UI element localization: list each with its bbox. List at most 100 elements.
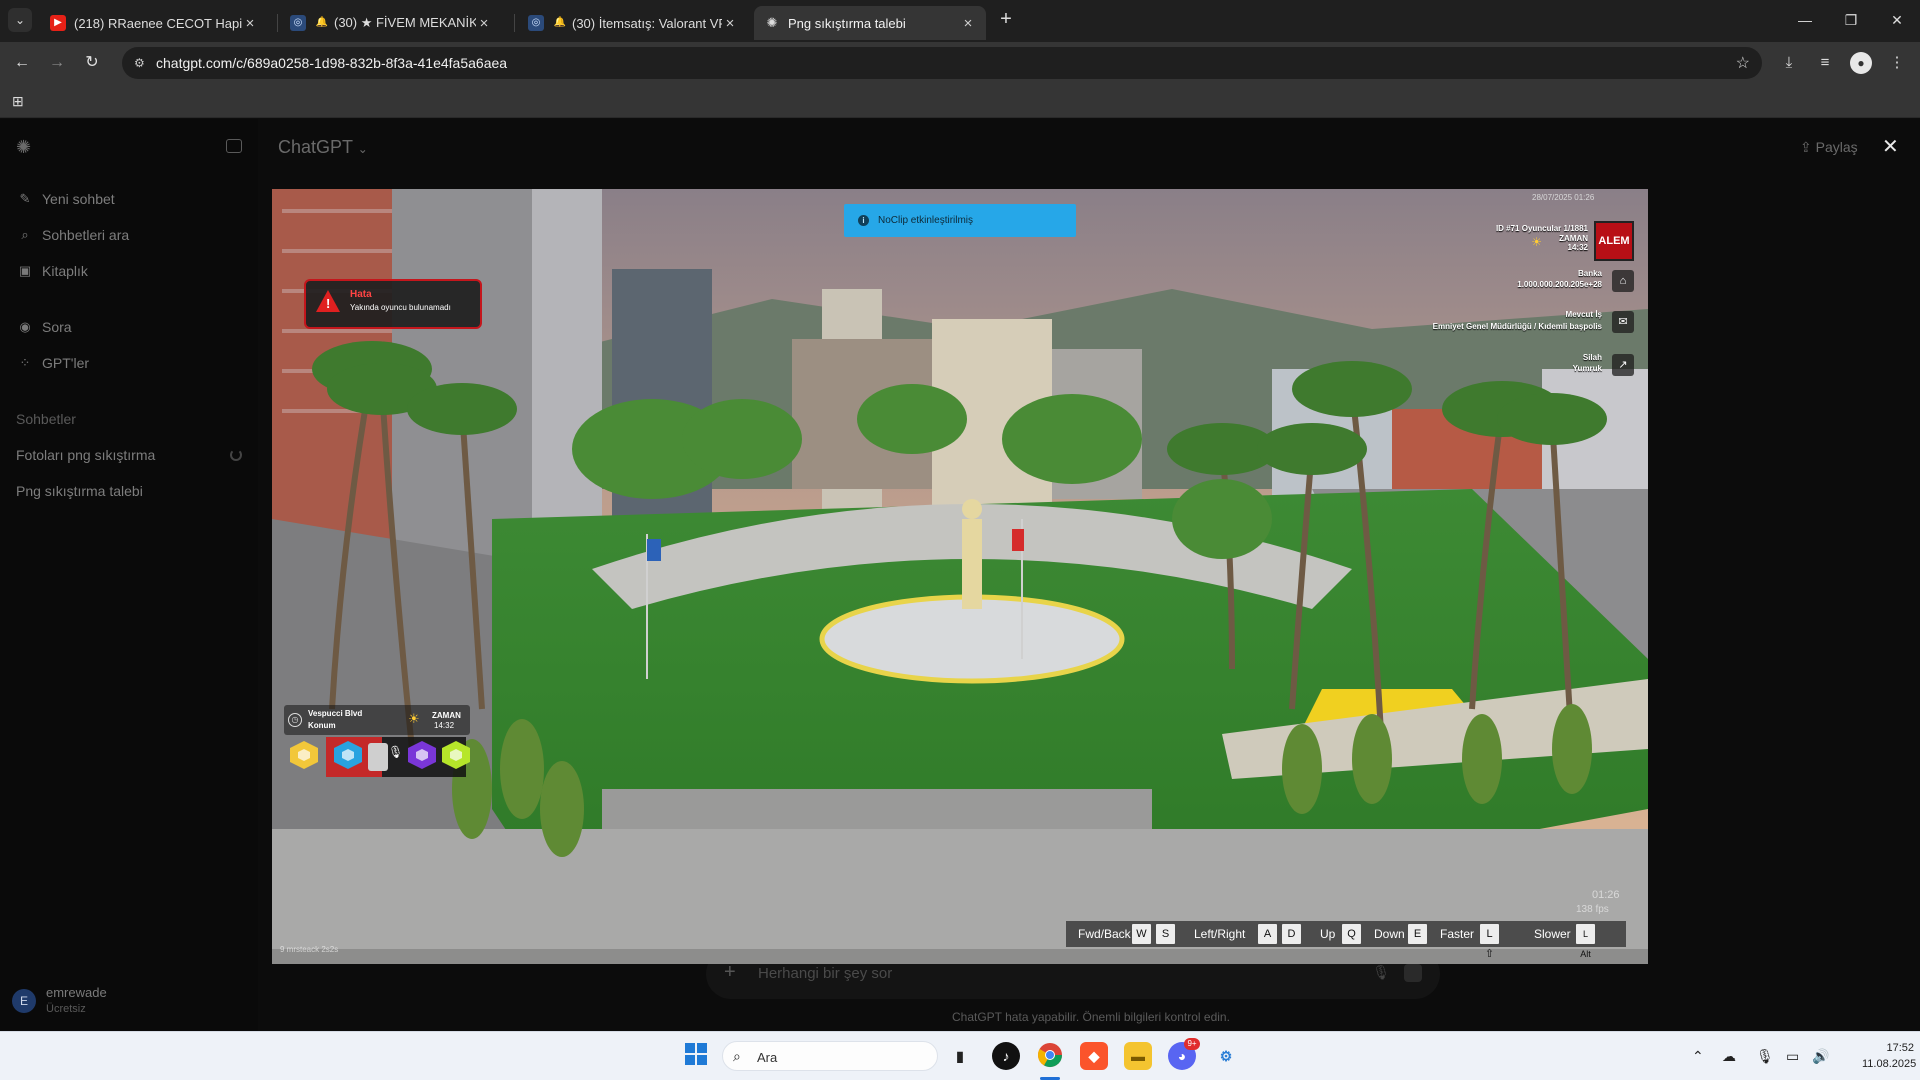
close-image-viewer-button[interactable]: ✕ — [1882, 134, 1899, 159]
search-icon: ⌕ — [733, 1048, 741, 1064]
openai-logo-icon[interactable]: ✺ — [16, 137, 31, 158]
stairs — [602, 789, 1152, 829]
model-name: ChatGPT — [278, 137, 353, 157]
tab-search-button[interactable]: ⌄ — [8, 8, 32, 32]
voice-mode-icon[interactable] — [1404, 964, 1422, 982]
tab-itemsatis[interactable]: ◎ 🔔 (30) İtemsatış: Valorant VP, l × — [518, 6, 748, 40]
weapon-value: Yumruk — [1572, 364, 1602, 373]
tab-title: (218) RRaenee CECOT Hapishan — [74, 15, 242, 31]
chrome-icon[interactable] — [1036, 1042, 1064, 1070]
key: A — [1258, 924, 1277, 944]
close-tab-icon[interactable]: × — [242, 15, 258, 32]
system-clock[interactable]: 17:52 11.08.2025 — [1862, 1040, 1916, 1072]
user-name: emrewade — [46, 985, 107, 1000]
bookmarks-bar: ⊞ — [0, 84, 1920, 118]
hunger-icon — [290, 741, 318, 769]
profile-avatar[interactable]: ● — [1850, 52, 1872, 74]
chevron-down-icon: ⌄ — [357, 142, 368, 156]
loc-time-value: 14:32 — [434, 721, 455, 730]
volume-icon[interactable]: 🔊 — [1812, 1048, 1829, 1065]
notification-badge: 9+ — [1184, 1038, 1200, 1050]
file-explorer-icon[interactable]: ▬ — [1124, 1042, 1152, 1070]
tray-overflow-icon[interactable]: ⌃ — [1692, 1048, 1704, 1065]
bank-label: Banka — [1577, 269, 1602, 278]
tab-title: (30) ★ FİVEM MEKANİK YM — [334, 15, 476, 30]
address-bar[interactable]: ⚙ chatgpt.com/c/689a0258-1d98-832b-8f3a-… — [122, 47, 1762, 79]
tiktok-icon[interactable]: ♪ — [992, 1042, 1020, 1070]
sidebar-item-new-chat[interactable]: ✎ Yeni sohbet — [16, 191, 115, 207]
clock-overlay: 01:26 — [1592, 889, 1620, 901]
mic-icon[interactable]: 🎙 — [1372, 964, 1390, 981]
time-value: 14:32 — [1567, 243, 1588, 252]
task-view-icon[interactable]: ▮ — [946, 1042, 974, 1070]
info-icon: i — [858, 215, 869, 226]
sidebar-item-sora[interactable]: ◉ Sora — [16, 319, 71, 335]
app-icon[interactable]: ⚙ — [1212, 1042, 1240, 1070]
site-info-icon[interactable]: ⚙ — [134, 55, 150, 71]
sidebar-item-gpts[interactable]: ⁘ GPT'ler — [16, 355, 89, 371]
microphone-icon[interactable]: 🎙 — [1756, 1048, 1774, 1065]
restore-button[interactable]: ❐ — [1828, 0, 1874, 40]
plus-icon[interactable]: + — [724, 961, 736, 984]
reload-button[interactable]: ↻ — [80, 51, 104, 75]
disclaimer: ChatGPT hata yapabilir. Önemli bilgileri… — [952, 1010, 1230, 1024]
tab-fivem-mekanik[interactable]: ◎ 🔔 (30) ★ FİVEM MEKANİK YM × — [280, 6, 502, 40]
building — [532, 189, 602, 549]
flag — [1012, 529, 1024, 551]
chat-item-active[interactable]: Png sıkıştırma talebi — [16, 483, 143, 499]
forward-button[interactable]: → — [45, 51, 69, 75]
start-button[interactable] — [682, 1042, 710, 1070]
control-label: Fwd/Back — [1078, 927, 1131, 941]
compass-icon: ◷ — [288, 713, 302, 727]
share-label: Paylaş — [1815, 139, 1858, 155]
time-label: ZAMAN — [1559, 234, 1588, 243]
taskbar-search[interactable]: ⌕ Ara — [722, 1041, 938, 1071]
control-label: Up — [1320, 927, 1336, 941]
bookmark-star-icon[interactable]: ☆ — [1736, 53, 1750, 73]
sidebar-item-search-chats[interactable]: ⌕ Sohbetleri ara — [16, 227, 129, 243]
sora-icon: ◉ — [19, 319, 31, 334]
error-message: Yakında oyuncu bulunamadı — [350, 303, 451, 312]
weather-sun-icon: ☀ — [1531, 235, 1542, 249]
clock-time: 17:52 — [1886, 1042, 1914, 1054]
job-value: Emniyet Genel Müdürlüğü / Kıdemli başpol… — [1432, 322, 1602, 331]
downloads-icon[interactable]: ⤓ — [1778, 52, 1800, 74]
error-toast: ! Hata Yakında oyuncu bulunamadı — [304, 279, 482, 329]
tab-youtube[interactable]: ▶ (218) RRaenee CECOT Hapishan × — [40, 6, 268, 40]
chat-item[interactable]: Fotoları png sıkıştırma — [16, 447, 155, 463]
key: E — [1408, 924, 1427, 944]
close-window-button[interactable]: ✕ — [1874, 0, 1920, 40]
tab-png-sikistirma[interactable]: ✺ Png sıkıştırma talebi × — [754, 6, 986, 40]
composer-placeholder: Herhangi bir şey sor — [758, 965, 893, 982]
chats-heading: Sohbetler — [16, 411, 76, 427]
back-button[interactable]: ← — [10, 51, 34, 75]
control-label: Faster — [1440, 927, 1475, 941]
close-tab-icon[interactable]: × — [960, 15, 976, 32]
network-icon[interactable]: ▭ — [1786, 1048, 1799, 1065]
search-icon: ⌕ — [21, 227, 29, 242]
onedrive-icon[interactable]: ☁ — [1722, 1048, 1736, 1065]
loc-time-label: ZAMAN — [432, 711, 461, 720]
brave-icon[interactable]: ◆ — [1080, 1042, 1108, 1070]
close-tab-icon[interactable]: × — [722, 15, 738, 32]
minimize-button[interactable]: — — [1782, 0, 1828, 40]
sidebar-item-library[interactable]: ▣ Kitaplık — [16, 263, 88, 279]
weather-sun-icon: ☀ — [408, 711, 420, 726]
edit-icon: ✎ — [19, 191, 31, 206]
toggle-sidebar-icon[interactable] — [226, 139, 242, 153]
model-selector[interactable]: ChatGPT ⌄ — [278, 137, 368, 158]
control-label: Left/Right — [1194, 927, 1246, 941]
tab-strip: ⌄ ▶ (218) RRaenee CECOT Hapishan × ◎ 🔔 (… — [0, 0, 1920, 42]
apps-grid-icon[interactable]: ⊞ — [12, 93, 24, 110]
close-tab-icon[interactable]: × — [476, 15, 492, 32]
server-logo: ALEM — [1594, 221, 1634, 261]
sidebar-item-label: Kitaplık — [42, 263, 88, 279]
media-controls-icon[interactable]: ≡ — [1814, 52, 1836, 74]
share-button[interactable]: ⇪ Paylaş — [1800, 139, 1858, 156]
game-screenshot-image: i NoClip etkinleştirilmiş 28/07/2025 01:… — [272, 189, 1648, 964]
new-tab-button[interactable]: + — [994, 8, 1018, 32]
browser-menu-icon[interactable]: ⋮ — [1886, 52, 1908, 74]
url-text: chatgpt.com/c/689a0258-1d98-832b-8f3a-41… — [156, 55, 508, 71]
key: Q — [1342, 924, 1361, 944]
key: L Alt — [1576, 924, 1595, 959]
